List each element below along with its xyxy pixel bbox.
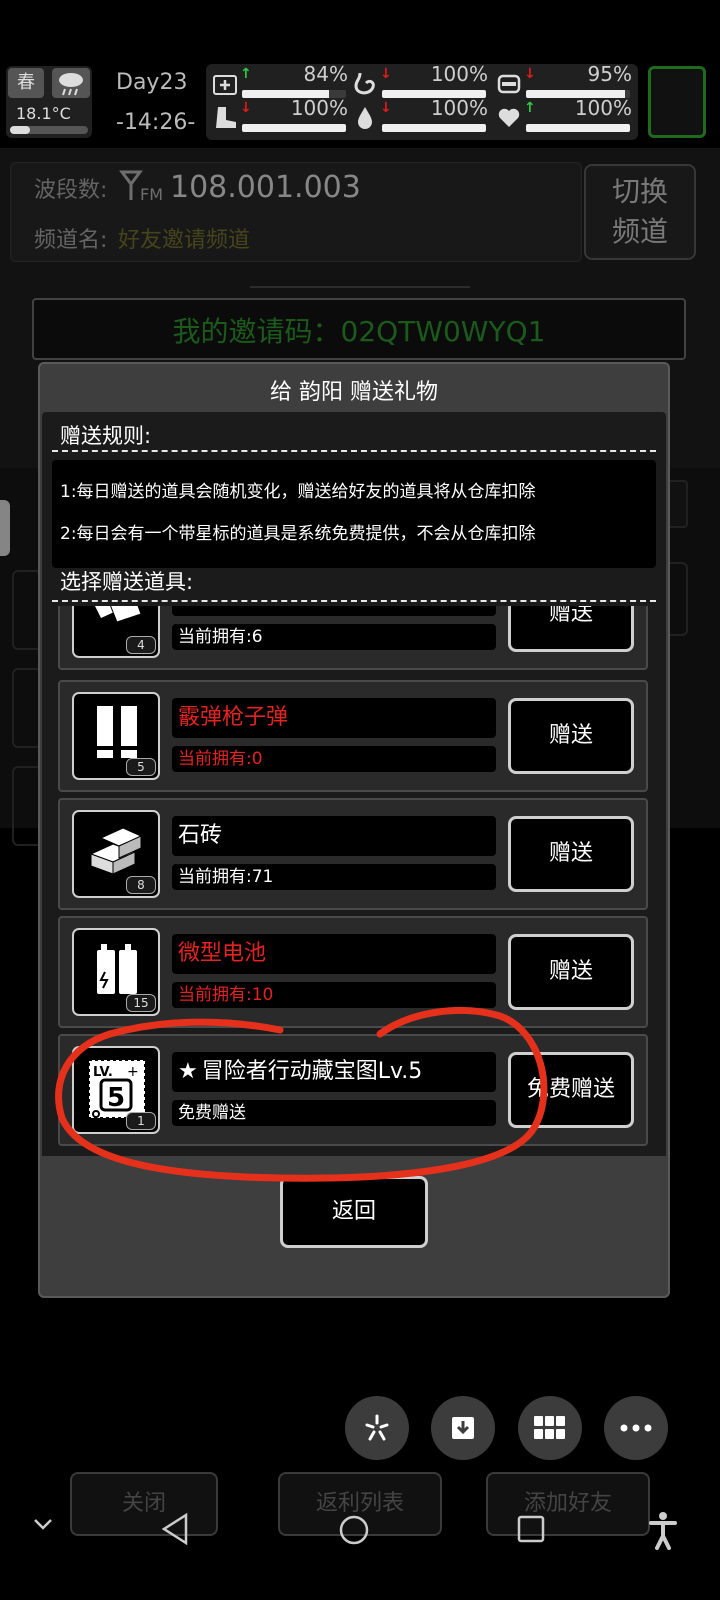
annotation-circle	[55, 1006, 548, 1182]
item-level-badge: 8	[126, 876, 156, 894]
season-badge: 春	[8, 68, 44, 98]
stat-bar	[242, 124, 346, 132]
day-label: Day23	[116, 70, 188, 95]
season-weather-panel: 春 18.1°C	[6, 66, 92, 138]
gift-item-row: 4 当前拥有:6 赠送	[58, 606, 648, 670]
download-button[interactable]	[431, 1396, 495, 1460]
rules-divider	[52, 450, 656, 452]
stat-water-drop: ↓ 100%	[352, 96, 488, 136]
boot-icon	[216, 107, 236, 128]
rule-1: 1:每日赠送的道具会随机变化，赠送给好友的道具将从仓库扣除	[60, 482, 536, 502]
gift-button[interactable]: 赠送	[508, 606, 634, 652]
add-friend-button[interactable]: 添加好友	[486, 1472, 650, 1536]
rule-2: 2:每日会有一个带星标的道具是系统免费提供，不会从仓库扣除	[60, 524, 536, 544]
battery-icon	[497, 74, 521, 94]
item-owned: 当前拥有:0	[172, 746, 496, 772]
stat-value: 100%	[430, 62, 488, 86]
stat-heart: ↑ 100%	[496, 96, 632, 136]
item-name: 石砖	[172, 816, 496, 856]
select-divider	[52, 600, 656, 602]
item-name-text: 霰弹枪子弹	[178, 705, 289, 730]
stat-bar	[382, 124, 486, 132]
stat-value: 84%	[303, 62, 348, 86]
item-level-badge: 4	[126, 636, 156, 654]
item-owned: 当前拥有:6	[172, 624, 496, 650]
grid-button[interactable]	[518, 1396, 582, 1460]
accessibility-icon[interactable]	[648, 1510, 678, 1554]
trend-down-icon: ↓	[380, 66, 392, 82]
trend-down-icon: ↓	[380, 100, 392, 116]
gift-item-row: 8 石砖当前拥有:71 赠送	[58, 798, 648, 910]
item-icon-frame: 5	[72, 692, 160, 780]
rules-title: 赠送规则:	[60, 424, 152, 448]
equipment-slot[interactable]	[648, 66, 706, 138]
stat-value: 100%	[574, 96, 632, 120]
water-drop-icon	[358, 107, 372, 129]
item-owned: 当前拥有:71	[172, 864, 496, 890]
download-icon	[452, 1417, 474, 1439]
trend-down-icon: ↓	[240, 100, 252, 116]
heart-icon	[498, 108, 520, 127]
item-icon-frame: 8	[72, 810, 160, 898]
more-button[interactable]	[604, 1396, 668, 1460]
medkit-icon	[213, 75, 237, 95]
item-name: 霰弹枪子弹	[172, 698, 496, 738]
temperature: 18.1°C	[16, 104, 71, 123]
recents-nav-icon[interactable]	[516, 1514, 546, 1548]
temperature-bar	[10, 126, 88, 134]
more-icon	[620, 1424, 652, 1432]
stat-boot: ↓ 100%	[212, 96, 348, 136]
grid-icon	[534, 1416, 565, 1439]
trend-up-icon: ↑	[524, 100, 536, 116]
stat-bar	[526, 124, 630, 132]
stomach-icon	[354, 72, 375, 95]
close-button[interactable]: 关闭	[70, 1472, 218, 1536]
time-label: -14:26-	[116, 110, 196, 135]
gift-button[interactable]: 赠送	[508, 698, 634, 774]
item-name-text: 石砖	[178, 823, 223, 848]
trend-down-icon: ↓	[524, 66, 536, 82]
item-icon-frame: 4	[72, 606, 160, 658]
back-nav-icon[interactable]	[160, 1512, 190, 1550]
gift-item-row: 5 霰弹枪子弹当前拥有:0 赠送	[58, 680, 648, 792]
gift-button[interactable]: 赠送	[508, 934, 634, 1010]
stat-value: 100%	[430, 96, 488, 120]
cloud-rain-icon	[52, 68, 90, 98]
item-name	[172, 606, 496, 616]
chevron-down-icon[interactable]	[32, 1516, 54, 1536]
dialog-title: 给 韵阳 赠送礼物	[270, 380, 438, 405]
select-title: 选择赠送道具:	[60, 570, 194, 594]
item-level-badge: 5	[126, 758, 156, 776]
home-nav-icon[interactable]	[338, 1514, 370, 1550]
stat-value: 95%	[587, 62, 632, 86]
burst-icon	[365, 1414, 389, 1441]
trend-up-icon: ↑	[240, 66, 252, 82]
share-button[interactable]	[345, 1396, 409, 1460]
stat-value: 100%	[290, 96, 348, 120]
item-name-text: 微型电池	[178, 941, 267, 966]
item-name: 微型电池	[172, 934, 496, 974]
gift-button[interactable]: 赠送	[508, 816, 634, 892]
